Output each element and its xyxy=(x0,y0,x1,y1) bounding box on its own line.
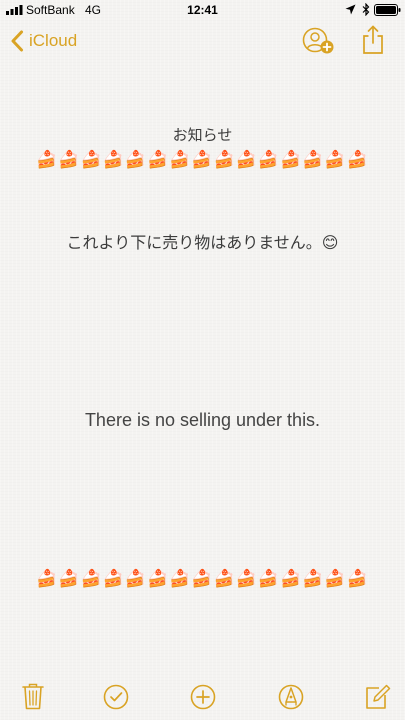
delete-note-button[interactable] xyxy=(18,680,48,712)
bottom-toolbar xyxy=(0,680,405,714)
compose-note-button[interactable] xyxy=(362,680,392,712)
cake-emoji-row-top: 🍰🍰🍰🍰🍰🍰🍰🍰🍰🍰🍰🍰🍰🍰🍰 xyxy=(36,150,369,170)
markup-button[interactable] xyxy=(276,680,306,712)
cake-emoji-row-bottom: 🍰🍰🍰🍰🍰🍰🍰🍰🍰🍰🍰🍰🍰🍰🍰 xyxy=(36,569,369,589)
checklist-icon xyxy=(103,684,129,710)
trash-icon xyxy=(22,683,44,710)
note-body[interactable]: お知らせ 🍰🍰🍰🍰🍰🍰🍰🍰🍰🍰🍰🍰🍰🍰🍰 これより下に売り物はありません。😊 T… xyxy=(0,0,405,720)
insert-button[interactable] xyxy=(188,680,218,712)
plus-circle-icon xyxy=(190,684,216,710)
note-title: お知らせ xyxy=(172,126,233,144)
japanese-message: これより下に売り物はありません。😊 xyxy=(66,233,339,252)
english-message: There is no selling under this. xyxy=(84,410,321,430)
markup-pen-icon xyxy=(278,684,304,710)
checklist-button[interactable] xyxy=(101,680,131,712)
compose-icon xyxy=(366,684,391,709)
